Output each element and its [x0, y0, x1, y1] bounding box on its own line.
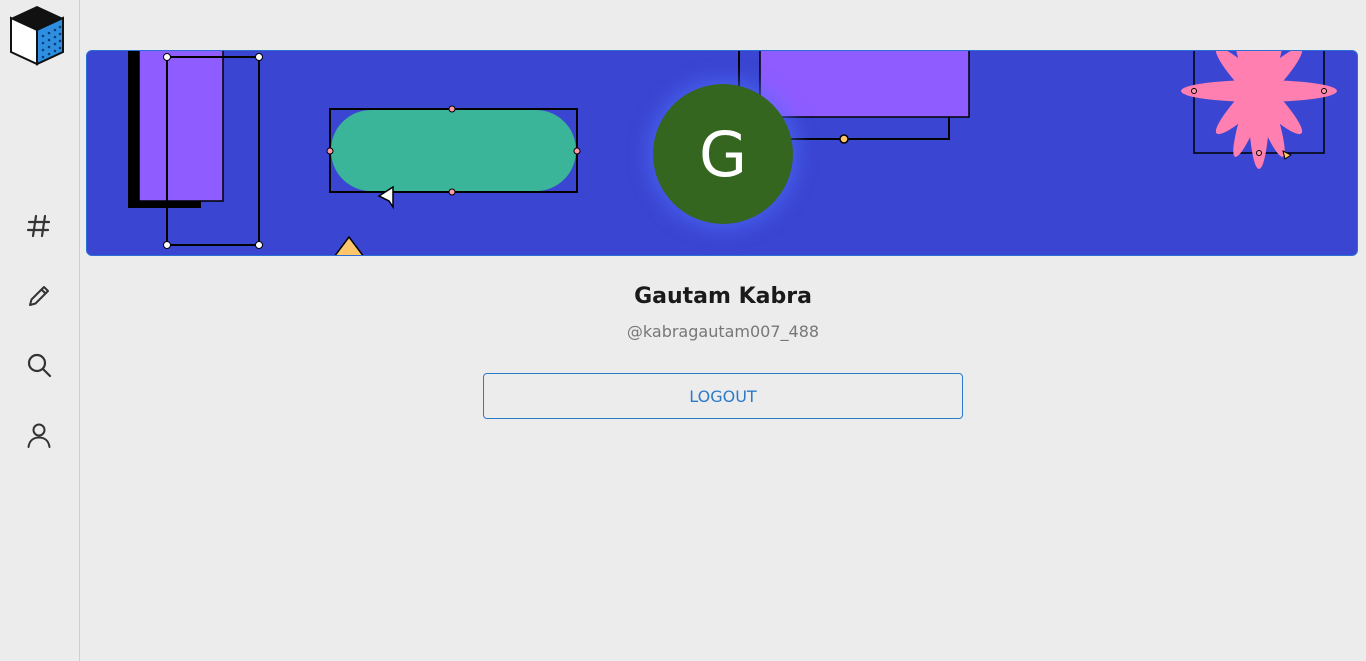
- profile-handle: @kabragautam007_488: [626, 322, 820, 341]
- user-icon: [27, 423, 51, 448]
- nav-profile[interactable]: [22, 418, 56, 452]
- profile-name: Gautam Kabra: [634, 284, 812, 309]
- sidebar: [0, 0, 80, 661]
- nav-write[interactable]: [22, 279, 56, 313]
- logout-button[interactable]: LOGOUT: [483, 373, 963, 419]
- nav-hashtag[interactable]: [22, 209, 56, 243]
- cube-logo-icon[interactable]: [8, 4, 66, 66]
- hashtag-icon: [26, 214, 51, 238]
- profile-page: G Gautam Kabra @kabragautam007_488 LOGOU…: [80, 0, 1366, 661]
- nav-search[interactable]: [22, 348, 56, 382]
- search-icon: [27, 353, 52, 378]
- avatar-initial: G: [698, 117, 748, 191]
- pencil-icon: [29, 286, 49, 306]
- avatar: G: [653, 84, 793, 224]
